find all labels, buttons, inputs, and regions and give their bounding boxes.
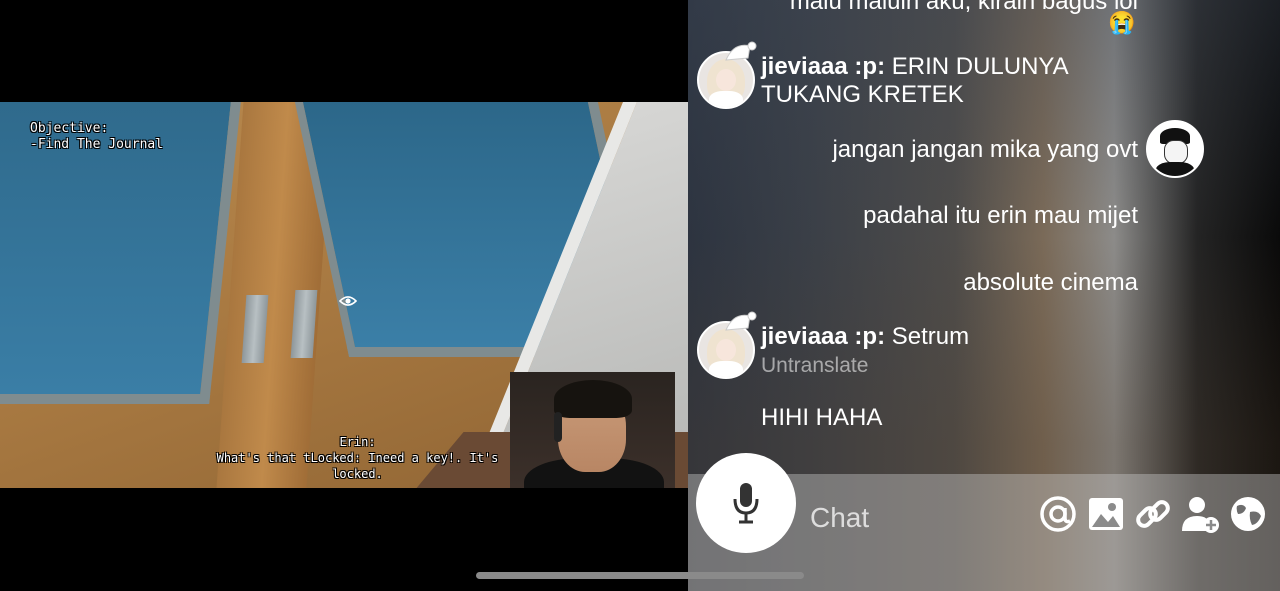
santa-hat-icon — [725, 311, 757, 331]
message-text: absolute cinema — [963, 269, 1138, 296]
message-text: padahal itu erin mau mijet — [863, 202, 1138, 229]
username[interactable]: jieviaaa :p: — [761, 53, 885, 80]
headset-icon — [554, 412, 562, 442]
message-text: ERIN DULUNYA — [891, 53, 1069, 80]
santa-hat-icon — [725, 41, 757, 61]
message-text-line2: TUKANG KRETEK — [761, 81, 964, 108]
chat-message: jangan jangan mika yang ovt — [738, 136, 1138, 164]
image-icon[interactable] — [1086, 494, 1126, 534]
mention-icon[interactable] — [1038, 494, 1078, 534]
message-text: Setrum — [891, 323, 970, 350]
subtitle-line: What's that tLocked: Ineed a key!. It's … — [216, 451, 499, 481]
username[interactable]: jieviaaa :p: — [761, 323, 885, 350]
message-text: malu maluin aku, kirain bagus lol — [789, 0, 1138, 15]
avatar[interactable] — [1146, 120, 1204, 178]
subtitle: Erin: What's that tLocked: Ineed a key!.… — [190, 434, 525, 482]
link-icon[interactable] — [1133, 494, 1173, 534]
objective-title: Objective: — [30, 121, 109, 136]
globe-icon[interactable] — [1228, 494, 1268, 534]
eye-icon — [339, 296, 357, 306]
message-text: HIHI HAHA — [761, 404, 883, 431]
crying-face-icon: 😭 — [1108, 10, 1136, 35]
chat-message: absolute cinema — [738, 269, 1138, 297]
chat-message: jieviaaa :p: Setrum Untranslate — [761, 323, 969, 380]
objective-task: -Find The Journal — [30, 137, 164, 152]
subtitle-speaker: Erin: — [339, 435, 376, 449]
chat-message: HIHI HAHA — [761, 404, 882, 432]
chat-message: padahal itu erin mau mijet — [738, 202, 1138, 230]
microphone-icon — [733, 483, 759, 524]
chat-message: jieviaaa :p: ERIN DULUNYA TUKANG KRETEK — [761, 53, 1069, 109]
objective-panel: Objective: -Find The Journal — [30, 121, 163, 153]
add-user-icon[interactable] — [1180, 494, 1220, 534]
game-stream-video[interactable]: Objective: -Find The Journal Erin: What'… — [0, 0, 688, 591]
streamer-webcam — [510, 372, 675, 488]
webcam-hair — [554, 380, 632, 418]
untranslate-link[interactable]: Untranslate — [761, 354, 868, 377]
chat-message: malu maluin aku, kirain bagus lol — [718, 0, 1138, 16]
microphone-button[interactable] — [696, 453, 796, 553]
home-indicator[interactable] — [476, 572, 804, 579]
chat-panel: malu maluin aku, kirain bagus lol 😭 jiev… — [688, 0, 1280, 591]
chat-input[interactable]: Chat — [810, 500, 869, 536]
message-text: jangan jangan mika yang ovt — [832, 136, 1138, 163]
